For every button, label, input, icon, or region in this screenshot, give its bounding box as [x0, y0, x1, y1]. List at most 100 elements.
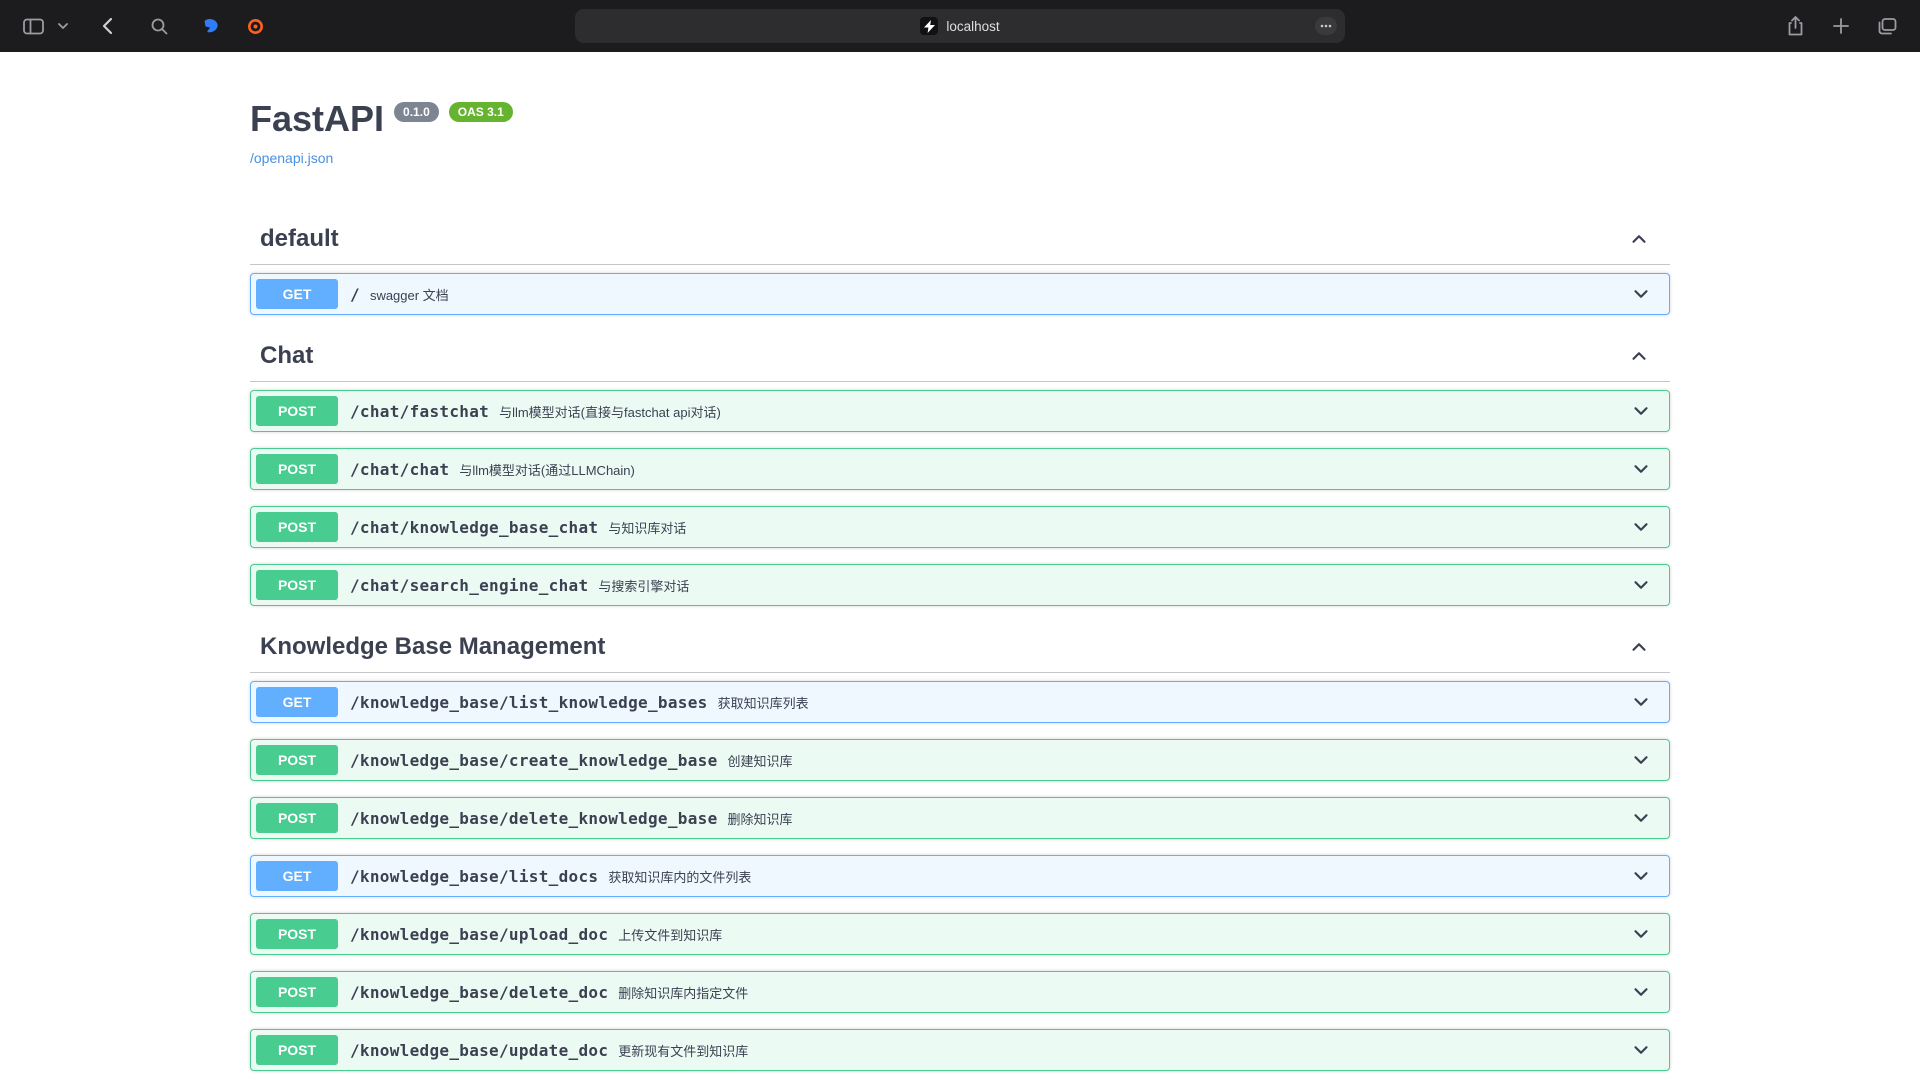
expand-operation-button[interactable]	[1630, 807, 1652, 829]
api-operation-row[interactable]: POST /knowledge_base/delete_doc 删除知识库内指定…	[250, 971, 1670, 1013]
chevron-down-icon	[1630, 807, 1652, 829]
endpoint-description: 获取知识库内的文件列表	[608, 867, 751, 886]
api-section: default GET / swagger 文档	[250, 214, 1670, 315]
expand-operation-button[interactable]	[1630, 458, 1652, 480]
http-method-badge: POST	[256, 919, 338, 949]
expand-operation-button[interactable]	[1630, 749, 1652, 771]
endpoint-path: /knowledge_base/list_docs	[350, 867, 598, 886]
section-operations: GET /knowledge_base/list_knowledge_bases…	[250, 673, 1670, 1080]
sidebar-toggle-button[interactable]	[16, 11, 50, 41]
chevron-down-icon	[1630, 1039, 1652, 1061]
api-operation-row[interactable]: GET / swagger 文档	[250, 273, 1670, 315]
endpoint-description: 与llm模型对话(直接与fastchat api对话)	[499, 402, 721, 421]
chevron-up-icon	[1628, 636, 1650, 658]
collapse-section-button[interactable]	[1628, 345, 1650, 367]
section-header[interactable]: Chat	[250, 331, 1670, 382]
http-method-badge: POST	[256, 396, 338, 426]
section-header[interactable]: Knowledge Base Management	[250, 622, 1670, 673]
search-button[interactable]	[142, 11, 176, 41]
orange-app-extension-button[interactable]	[238, 11, 272, 41]
site-favicon-icon	[920, 17, 938, 35]
api-operation-row[interactable]: POST /knowledge_base/create_knowledge_ba…	[250, 739, 1670, 781]
api-operation-row[interactable]: POST /chat/knowledge_base_chat 与知识库对话	[250, 506, 1670, 548]
endpoint-description: 删除知识库内指定文件	[618, 983, 748, 1002]
endpoint-path: /knowledge_base/list_knowledge_bases	[350, 693, 708, 712]
api-operation-row[interactable]: GET /knowledge_base/list_knowledge_bases…	[250, 681, 1670, 723]
api-operation-row[interactable]: POST /knowledge_base/upload_doc 上传文件到知识库	[250, 913, 1670, 955]
api-operation-row[interactable]: POST /chat/chat 与llm模型对话(通过LLMChain)	[250, 448, 1670, 490]
api-operation-row[interactable]: POST /chat/fastchat 与llm模型对话(直接与fastchat…	[250, 390, 1670, 432]
expand-operation-button[interactable]	[1630, 574, 1652, 596]
endpoint-description: swagger 文档	[370, 285, 449, 304]
address-bar-url: localhost	[946, 19, 999, 34]
collapse-section-button[interactable]	[1628, 228, 1650, 250]
back-button[interactable]	[90, 11, 124, 41]
collapse-section-button[interactable]	[1628, 636, 1650, 658]
section-header[interactable]: default	[250, 214, 1670, 265]
chevron-down-icon	[1630, 923, 1652, 945]
chevron-left-icon	[102, 17, 113, 35]
endpoint-description: 与知识库对话	[608, 518, 686, 537]
api-version-badge: 0.1.0	[394, 102, 439, 122]
endpoint-path: /knowledge_base/upload_doc	[350, 925, 608, 944]
blue-bird-app-icon	[202, 17, 220, 35]
chevron-down-icon	[1630, 516, 1652, 538]
endpoint-path: /chat/fastchat	[350, 402, 489, 421]
section-title: Knowledge Base Management	[260, 632, 605, 662]
endpoint-description: 与llm模型对话(通过LLMChain)	[459, 460, 635, 479]
endpoint-description: 与搜索引擎对话	[598, 576, 689, 595]
api-operation-row[interactable]: POST /knowledge_base/update_doc 更新现有文件到知…	[250, 1029, 1670, 1071]
endpoint-description: 更新现有文件到知识库	[618, 1041, 748, 1060]
blue-app-extension-button[interactable]	[194, 11, 228, 41]
expand-operation-button[interactable]	[1630, 1039, 1652, 1061]
endpoint-path: /chat/search_engine_chat	[350, 576, 588, 595]
tab-overview-button[interactable]	[1870, 11, 1904, 41]
http-method-badge: POST	[256, 803, 338, 833]
api-operation-row[interactable]: POST /knowledge_base/delete_knowledge_ba…	[250, 797, 1670, 839]
expand-operation-button[interactable]	[1630, 400, 1652, 422]
chevron-down-icon	[58, 23, 68, 29]
expand-operation-button[interactable]	[1630, 283, 1652, 305]
expand-operation-button[interactable]	[1630, 865, 1652, 887]
api-operation-row[interactable]: POST /chat/search_engine_chat 与搜索引擎对话	[250, 564, 1670, 606]
endpoint-description: 删除知识库	[728, 809, 793, 828]
endpoint-path: /knowledge_base/update_doc	[350, 1041, 608, 1060]
chevron-down-icon	[1630, 691, 1652, 713]
new-tab-button[interactable]	[1824, 11, 1858, 41]
api-title-text: FastAPI	[250, 98, 384, 140]
http-method-badge: POST	[256, 1035, 338, 1065]
api-sections: default GET / swagger 文档 Chat	[250, 214, 1670, 1080]
address-bar[interactable]: localhost	[575, 9, 1345, 43]
endpoint-description: 获取知识库列表	[718, 693, 809, 712]
http-method-badge: POST	[256, 570, 338, 600]
chevron-down-icon	[1630, 400, 1652, 422]
section-title: Chat	[260, 341, 313, 371]
sidebar-menu-button[interactable]	[54, 11, 72, 41]
http-method-badge: GET	[256, 279, 338, 309]
oas-version-badge: OAS 3.1	[449, 102, 513, 122]
http-method-badge: POST	[256, 454, 338, 484]
endpoint-description: 创建知识库	[728, 751, 793, 770]
chevron-down-icon	[1630, 283, 1652, 305]
share-icon	[1787, 16, 1804, 36]
section-operations: POST /chat/fastchat 与llm模型对话(直接与fastchat…	[250, 382, 1670, 606]
chevron-up-icon	[1628, 345, 1650, 367]
api-section: Knowledge Base Management GET /knowledge…	[250, 622, 1670, 1080]
browser-toolbar: localhost	[0, 0, 1920, 52]
expand-operation-button[interactable]	[1630, 981, 1652, 1003]
share-button[interactable]	[1778, 11, 1812, 41]
http-method-badge: GET	[256, 687, 338, 717]
api-operation-row[interactable]: GET /knowledge_base/list_docs 获取知识库内的文件列…	[250, 855, 1670, 897]
endpoint-path: /knowledge_base/delete_knowledge_base	[350, 809, 718, 828]
page-options-button[interactable]	[1315, 17, 1337, 35]
http-method-badge: POST	[256, 745, 338, 775]
expand-operation-button[interactable]	[1630, 923, 1652, 945]
endpoint-path: /chat/knowledge_base_chat	[350, 518, 598, 537]
chevron-up-icon	[1628, 228, 1650, 250]
openapi-spec-link[interactable]: /openapi.json	[250, 150, 333, 166]
section-title: default	[260, 224, 339, 254]
endpoint-path: /	[350, 285, 360, 304]
expand-operation-button[interactable]	[1630, 516, 1652, 538]
http-method-badge: GET	[256, 861, 338, 891]
expand-operation-button[interactable]	[1630, 691, 1652, 713]
